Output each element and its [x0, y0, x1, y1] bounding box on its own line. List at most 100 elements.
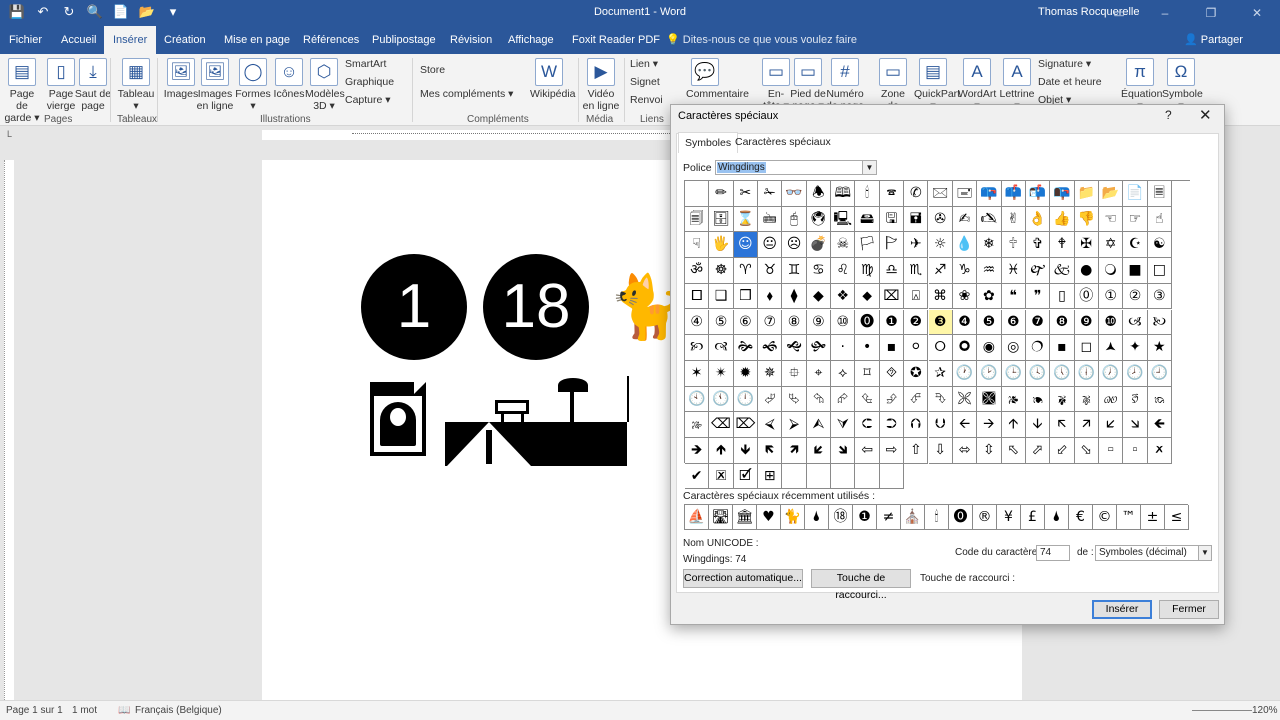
symbol-cell[interactable]: 🙔 [1025, 386, 1051, 413]
symbol-cell[interactable]: ☺ [733, 232, 759, 259]
symbol-cell[interactable]: ♌ [831, 258, 856, 284]
symbol-cell[interactable]: 🗐 [685, 206, 710, 233]
symbol-cell[interactable]: 🡬 [1050, 412, 1075, 438]
recent-symbol-cell[interactable]: 🐈 [781, 505, 805, 530]
images-button[interactable]: 🖼 Images [162, 58, 200, 100]
symbol-cell[interactable]: ⮙ [806, 412, 832, 438]
symbol-cell[interactable]: ♓ [1001, 258, 1026, 284]
symbol-cell[interactable]: ⇦ [855, 438, 880, 464]
capture-button[interactable]: Capture ▾ [345, 94, 391, 106]
autocorrect-button[interactable]: Correction automatique... [683, 569, 803, 588]
symbol-cell[interactable]: ♉ [758, 258, 783, 284]
tab-foxit-reader-pdf[interactable]: Foxit Reader PDF [563, 26, 669, 54]
tab-accueil[interactable]: Accueil [52, 26, 105, 54]
symbol-cell[interactable]: ⬂ [1074, 438, 1099, 464]
symbol-cell[interactable]: ❽ [1050, 309, 1075, 336]
symbol-cell[interactable]: ♏ [904, 258, 929, 284]
symbol-cell[interactable]: ▪ [1050, 335, 1075, 361]
symbol-cell[interactable]: 🟂 [1098, 335, 1124, 361]
symbol-cell[interactable]: · [831, 335, 856, 361]
symbol-cell[interactable]: 📁 [1074, 181, 1099, 207]
symbol-cell[interactable]: ❾ [1074, 309, 1099, 336]
symbol-cell[interactable]: ☪ [1123, 232, 1148, 259]
symbol-cell[interactable]: 🕭 [806, 181, 832, 207]
minimize-icon[interactable]: – [1142, 0, 1188, 26]
close-icon[interactable]: ✕ [1199, 106, 1212, 124]
symbol-cell[interactable]: ✿ [977, 283, 1002, 310]
symbol-cell[interactable]: 🕈 [1050, 232, 1075, 259]
symbol-cell[interactable]: 🖰 [782, 206, 807, 233]
symbol-cell[interactable]: ✹ [733, 360, 759, 387]
symbol-cell[interactable]: 🗷 [709, 463, 734, 490]
symbol-cell[interactable]: ✆ [904, 181, 929, 207]
signature-button[interactable]: Signature ▾ [1038, 58, 1091, 70]
symbol-cell[interactable]: ⑧ [782, 309, 807, 336]
symbol-cell[interactable]: ⑦ [758, 309, 783, 336]
tab-cr-ation[interactable]: Création [155, 26, 215, 54]
symbol-cell[interactable]: 💣 [806, 232, 832, 259]
close-window-icon[interactable]: ✕ [1234, 0, 1280, 26]
recent-symbol-cell[interactable]: 🌢 [805, 505, 829, 530]
symbol-cell[interactable]: 📭 [1050, 181, 1075, 207]
zoom-level[interactable]: 120% [1252, 705, 1278, 716]
tab-r-vision[interactable]: Révision [441, 26, 501, 54]
symbol-cell[interactable]: ⮱ [782, 386, 807, 413]
symbol-cell[interactable]: 🕿 [879, 181, 905, 207]
symbol-cell[interactable]: ⊞ [758, 463, 783, 490]
symbol-cell[interactable]: 🙫 [977, 386, 1002, 413]
language-indicator[interactable]: Français (Belgique) [135, 705, 222, 716]
symbol-cell[interactable]: 🕮 [831, 181, 856, 207]
symbol-cell[interactable]: ♊ [782, 258, 807, 284]
symbol-cell[interactable]: ③ [1147, 283, 1172, 310]
symbol-cell[interactable]: 🙖 [1074, 386, 1099, 413]
share-button[interactable]: 👤 Partager [1184, 26, 1243, 54]
symbol-cell[interactable]: ✍ [952, 206, 978, 233]
symbol-cell[interactable]: 🔾 [1098, 258, 1124, 284]
symbol-cell[interactable]: ⌑ [855, 360, 880, 387]
symbol-cell[interactable]: ❻ [1001, 309, 1026, 336]
help-icon[interactable]: ? [1165, 108, 1172, 122]
symbol-cell[interactable]: ⯐ [782, 360, 807, 387]
symbol-cell[interactable]: ☞ [1123, 206, 1148, 233]
symbol-cell[interactable]: ☝ [1147, 206, 1172, 233]
symbol-cell[interactable]: 🕖 [1098, 360, 1124, 387]
symbol-cell[interactable]: ② [1123, 283, 1148, 310]
recent-symbol-cell[interactable]: ¥ [997, 505, 1021, 530]
symbol-cell[interactable]: ◻ [1074, 335, 1099, 361]
symbol-cell[interactable]: ☜ [1098, 206, 1124, 233]
symbol-cell[interactable]: 🖎 [977, 206, 1002, 233]
symbol-cell[interactable]: 🖫 [879, 206, 905, 233]
symbol-cell[interactable]: ❸ [928, 309, 953, 336]
symbol-cell[interactable]: ⑥ [733, 309, 759, 336]
date-et-heure-button[interactable]: Date et heure [1038, 76, 1102, 88]
symbol-cell[interactable]: ★ [1147, 335, 1172, 361]
symbol-cell[interactable]: ⑤ [709, 309, 734, 336]
symbol-cell[interactable]: ⬃ [1050, 438, 1075, 464]
smartart-button[interactable]: SmartArt [345, 58, 386, 70]
symbol-cell[interactable]: 📪 [977, 181, 1002, 207]
recent-symbol-cell[interactable]: ♥ [757, 505, 781, 530]
ribbon-options-icon[interactable]: ▭ [1096, 0, 1142, 26]
symbol-cell[interactable]: ⮉ [904, 412, 929, 438]
font-select[interactable]: Wingdings ▼ [715, 160, 877, 175]
chevron-down-icon[interactable]: ▼ [1198, 546, 1211, 560]
symbol-cell[interactable]: ♐ [928, 258, 953, 284]
symbol-cell[interactable]: ◎ [1001, 335, 1026, 361]
symbol-cell[interactable]: ① [1098, 283, 1124, 310]
symbol-cell[interactable]: ☟ [685, 232, 710, 259]
page-de-garde-button[interactable]: ▤ Page de garde ▾ [3, 58, 41, 124]
symbol-cell[interactable]: ⮛ [831, 412, 856, 438]
close-button[interactable]: Fermer [1159, 600, 1219, 619]
symbol-cell[interactable]: 📄 [1123, 181, 1148, 207]
symbol-cell[interactable]: 🡺 [685, 438, 710, 464]
symbol-cell[interactable]: ❶ [879, 309, 905, 336]
symbol-cell[interactable]: 🡫 [1025, 412, 1051, 438]
images-en-ligne-button[interactable]: 🖼 Images en ligne [196, 58, 234, 112]
symbol-cell[interactable]: ⚪ [904, 335, 929, 361]
symbol-cell[interactable]: ✇ [928, 206, 953, 233]
symbol-cell[interactable]: ⌦ [733, 412, 759, 438]
symbol-cell[interactable]: 🙞 [733, 335, 759, 361]
saut-de-page-button[interactable]: ⤓ Saut de page [74, 58, 112, 112]
symbol-cell[interactable]: 🔿 [1025, 335, 1051, 361]
zoom-slider[interactable] [1192, 710, 1252, 711]
